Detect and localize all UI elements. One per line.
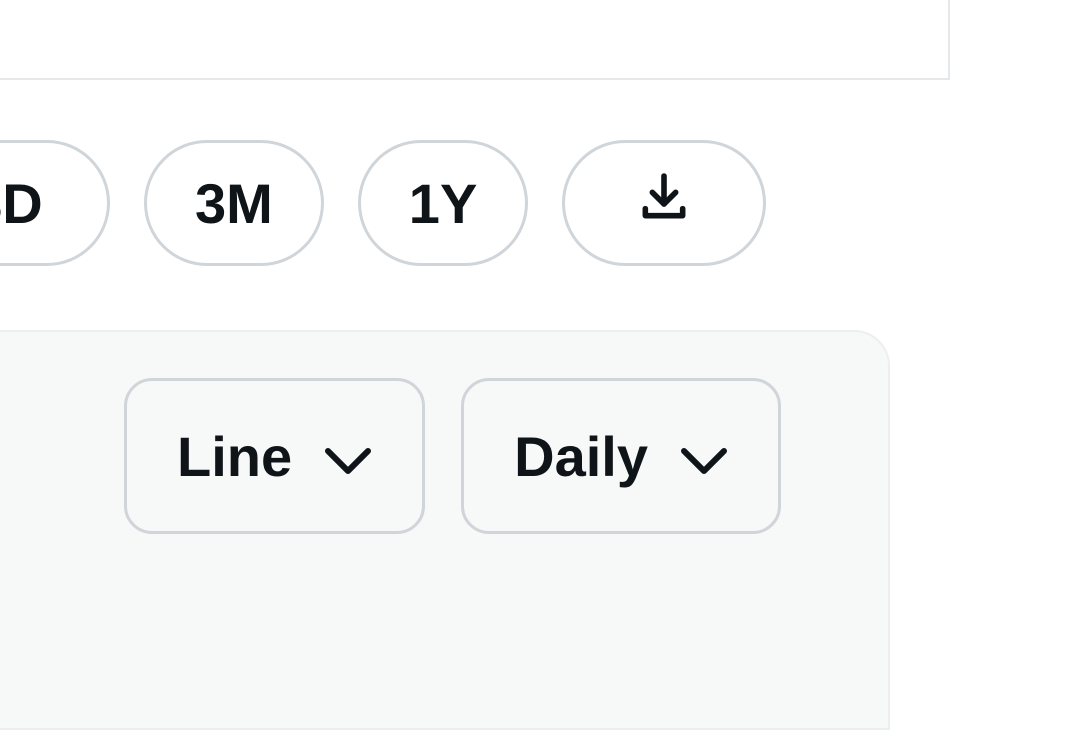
- time-range-label: 1Y: [409, 171, 478, 236]
- granularity-dropdown[interactable]: Daily: [461, 378, 781, 534]
- download-icon: [636, 169, 692, 238]
- chevron-down-icon: [680, 424, 728, 489]
- time-range-1y-button[interactable]: 1Y: [358, 140, 529, 266]
- download-button[interactable]: [562, 140, 766, 266]
- chart-controls: Line Daily: [124, 378, 781, 534]
- time-range-3m-button[interactable]: 3M: [144, 140, 324, 266]
- chart-type-dropdown[interactable]: Line: [124, 378, 425, 534]
- chart-type-label: Line: [177, 424, 292, 489]
- time-range-label: 3M: [195, 171, 273, 236]
- chevron-down-icon: [324, 424, 372, 489]
- time-range-label: 28D: [0, 171, 43, 236]
- content-divider: [0, 0, 950, 80]
- chart-panel: Line Daily: [0, 330, 890, 730]
- granularity-label: Daily: [514, 424, 648, 489]
- time-range-selector: 28D 3M 1Y: [0, 140, 766, 266]
- time-range-28d-button[interactable]: 28D: [0, 140, 110, 266]
